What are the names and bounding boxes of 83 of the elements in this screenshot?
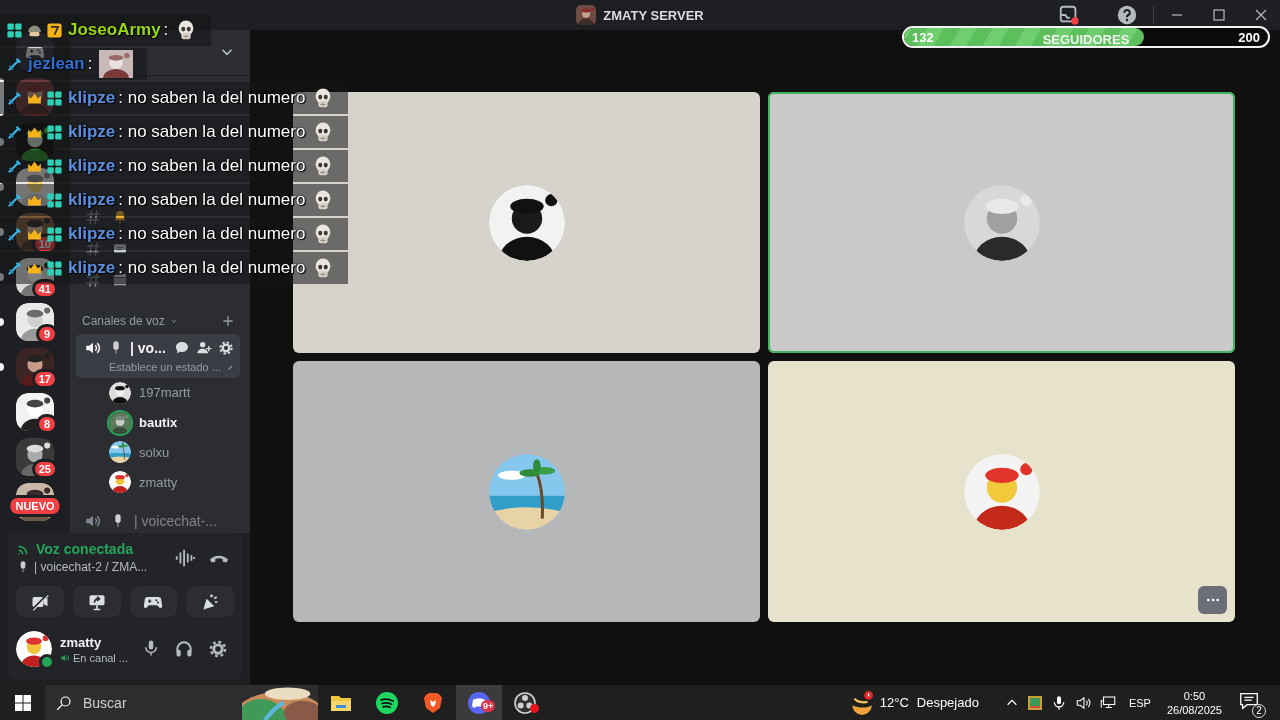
chat-message: : no saben la del numero [118,224,306,244]
search-bar[interactable]: Buscar [45,685,318,720]
chat-username: klipze [68,122,116,142]
mic-icon[interactable] [142,639,160,657]
sword-icon [6,259,23,277]
record-icon [513,690,537,715]
chat-message: : no saben la del numero [118,258,306,278]
soundboard-button[interactable] [186,586,234,617]
member-name: zmatty [139,474,178,490]
goal-target: 200 [1238,29,1260,45]
sword-icon [6,55,23,73]
sword-icon [6,89,23,107]
chat-username: klipze [68,224,116,244]
notifications-button[interactable]: 2 [1238,689,1264,716]
sword-icon [6,225,23,243]
user-status: En canal ... [73,651,129,664]
headphones-icon[interactable] [174,639,194,659]
grid-icon [46,191,63,209]
weather-condition: Despejado [916,695,979,710]
maximize-icon[interactable] [1211,7,1227,23]
settings-icon[interactable] [218,340,234,357]
sound-waves-icon [375,690,399,715]
grid-icon [46,123,63,141]
help-icon[interactable] [1116,4,1138,26]
voice-channel-row[interactable]: | vo... Establece un estado ... [76,334,240,378]
channel-name[interactable]: | voicechat-... [134,513,217,530]
settings-icon[interactable] [208,639,228,659]
close-icon[interactable] [1253,7,1269,23]
user-name: zmatty [60,634,103,650]
channel-name: | vo... [130,340,167,357]
chat-username: klipze [68,258,116,278]
more-button[interactable] [1198,586,1227,614]
window-title: ZMATY SERVER [603,7,704,23]
camera-button[interactable] [16,586,64,617]
category-header[interactable]: Canales de voz [82,314,165,329]
app-tray-icon[interactable] [1026,694,1043,711]
inbox-icon[interactable] [1058,4,1080,26]
search-icon [55,693,73,712]
chat-username: klipze [68,88,116,108]
activity-button[interactable] [129,586,178,617]
member-name: bautix [139,415,178,431]
clock[interactable]: 0:50 26/08/2025 [1166,688,1222,717]
chat-message: : [87,54,93,74]
grid-icon [6,21,23,39]
channel-status: Establece un estado ... [109,361,221,374]
chat-message: : no saben la del numero [118,156,306,176]
sword-icon [6,191,23,209]
search-field[interactable]: Buscar [81,693,234,712]
chat-username: JoseoArmy [68,20,161,40]
grid-icon [46,89,63,107]
notification-badge: 8 [36,414,58,434]
shield-icon [421,690,445,715]
video-tile[interactable] [768,361,1235,622]
member-name: solxu [139,444,170,460]
goal-label: SEGUIDORES [1042,32,1130,46]
sword-icon [6,157,23,175]
windows-icon[interactable] [14,694,31,711]
bell-icon [112,208,128,225]
chat-message: : no saben la del numero [118,122,306,142]
temperature: 12°C [879,695,909,710]
chat-message: : no saben la del numero [118,190,306,210]
notification-badge: 9+ [481,700,496,712]
chat-username: klipze [68,190,116,210]
video-tile[interactable] [768,92,1235,353]
taskbar-app[interactable]: 9+ [456,685,502,720]
grid-icon [46,157,63,175]
channel-path[interactable]: | voicechat-2 / ZMA... [34,560,148,574]
chat-message: : no saben la del numero [118,88,306,108]
notification-badge: 9 [36,324,58,344]
new-badge: NUEVO [7,495,63,517]
speaker-icon [60,652,70,663]
member-name: 197martt [139,385,191,401]
chat-username: jezlean [28,54,85,74]
sword-icon [6,123,23,141]
voice-status: Voz conectada [36,541,133,557]
screen-share-button[interactable] [72,586,121,617]
chat-message: : [163,20,169,40]
grid-icon [46,259,63,277]
hash-icon [84,207,102,226]
goal-current: 132 [912,29,934,45]
chat-username: klipze [68,156,116,176]
language-indicator[interactable]: ESP [1128,696,1151,709]
video-tile[interactable] [293,361,760,622]
